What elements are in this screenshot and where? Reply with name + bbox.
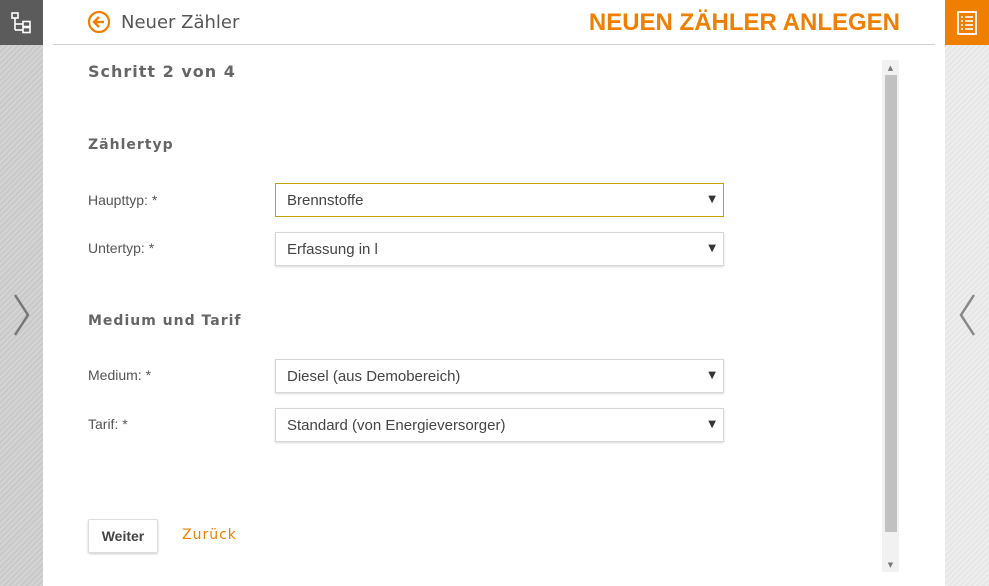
- chevron-left-icon[interactable]: [953, 290, 981, 340]
- chevron-right-icon[interactable]: [8, 290, 36, 340]
- medium-select[interactable]: Diesel (aus Demobereich) ▼: [275, 359, 724, 393]
- scrollbar-thumb[interactable]: [885, 75, 897, 532]
- tariff-label: Tarif: *: [88, 416, 128, 432]
- next-button[interactable]: Weiter: [88, 519, 158, 553]
- left-sidebar: [0, 0, 43, 586]
- page-title: NEUEN ZÄHLER ANLEGEN: [588, 9, 900, 36]
- tariff-value: Standard (von Energieversorger): [287, 416, 506, 434]
- document-list-button[interactable]: [945, 0, 989, 45]
- sub-type-label: Untertyp: *: [88, 240, 155, 256]
- medium-value: Diesel (aus Demobereich): [287, 367, 461, 385]
- step-indicator: Schritt 2 von 4: [88, 62, 236, 81]
- back-button[interactable]: Zurück: [182, 527, 237, 543]
- caret-down-icon: ▼: [708, 419, 716, 430]
- back-link[interactable]: Neuer Zähler: [87, 10, 239, 34]
- caret-down-icon: ▼: [708, 370, 716, 381]
- section-title-meter-type: Zählertyp: [88, 137, 174, 153]
- section-title-medium-tariff: Medium und Tarif: [88, 313, 242, 329]
- main-type-label: Haupttyp: *: [88, 192, 158, 208]
- caret-down-icon: ▼: [708, 194, 716, 205]
- arrow-left-circle-icon: [87, 10, 111, 34]
- back-link-label: Neuer Zähler: [121, 11, 240, 33]
- medium-label: Medium: *: [88, 367, 152, 383]
- tree-view-button[interactable]: [0, 0, 43, 45]
- wizard-form: Schritt 2 von 4 Zählertyp Haupttyp: * Br…: [88, 45, 878, 586]
- right-sidebar: [945, 0, 989, 586]
- document-list-icon: [957, 10, 977, 35]
- page-header: Neuer Zähler NEUEN ZÄHLER ANLEGEN: [53, 0, 935, 45]
- main-type-value: Brennstoffe: [287, 191, 364, 209]
- main-type-select[interactable]: Brennstoffe ▼: [275, 183, 724, 217]
- scroll-down-arrow-icon[interactable]: ▼: [882, 557, 899, 572]
- tariff-select[interactable]: Standard (von Energieversorger) ▼: [275, 408, 724, 442]
- sub-type-select[interactable]: Erfassung in l ▼: [275, 232, 724, 266]
- tree-structure-icon: [10, 11, 31, 33]
- sub-type-value: Erfassung in l: [287, 240, 378, 258]
- vertical-scrollbar[interactable]: ▲ ▼: [882, 60, 899, 572]
- caret-down-icon: ▼: [708, 243, 716, 254]
- scroll-up-arrow-icon[interactable]: ▲: [882, 60, 899, 75]
